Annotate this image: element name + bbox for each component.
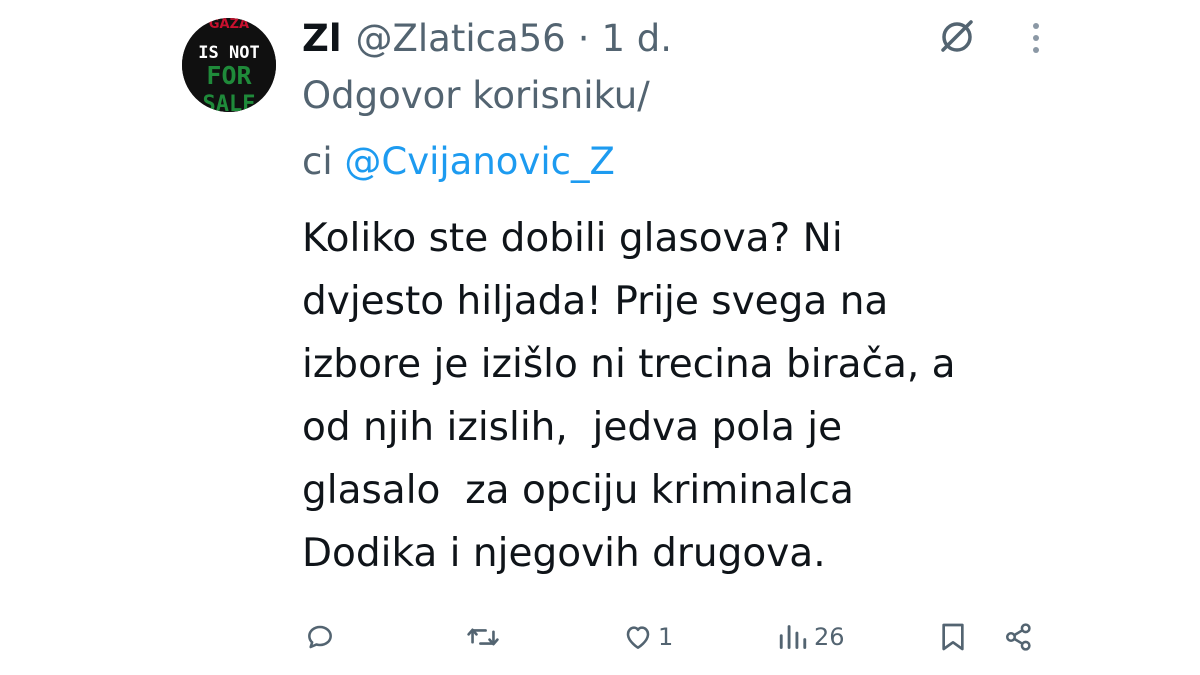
tweet-text: Koliko ste dobili glasova? Ni dvjesto hi…	[302, 207, 1122, 585]
avatar-text-gaza: GAZA	[209, 18, 249, 32]
reply-context-prefix: ci	[302, 140, 333, 183]
reply-context-line-2: ci @Cvijanovic_Z	[302, 140, 615, 183]
avatar-text-is-not: IS NOT	[198, 43, 259, 63]
like-count: 1	[658, 623, 674, 651]
avatar-text-sale: SALE	[203, 92, 256, 112]
timestamp[interactable]: 1 d.	[601, 17, 672, 60]
share-icon	[1006, 623, 1031, 651]
reply-mention-link[interactable]: @Cvijanovic_Z	[344, 140, 614, 183]
share-button[interactable]	[1002, 612, 1036, 662]
tweet-text-line: izbore je izišlo ni trecina birača, a	[302, 342, 956, 387]
like-button[interactable]: 1	[622, 612, 673, 662]
retweet-icon	[467, 628, 499, 646]
separator-dot: ·	[577, 16, 590, 60]
tweet-text-line: Dodika i njegovih drugova.	[302, 531, 826, 576]
reply-icon	[308, 625, 332, 649]
bookmark-icon	[942, 623, 964, 651]
display-name[interactable]: Zl	[302, 17, 342, 60]
grok-icon[interactable]	[937, 16, 977, 56]
tweet-action-bar: 1 26	[0, 612, 1200, 662]
tweet-text-line: glasalo za opciju kriminalca	[302, 468, 854, 513]
avatar-text-for: FOR	[206, 61, 252, 90]
views-count: 26	[814, 623, 845, 651]
tweet-text-line: Koliko ste dobili glasova? Ni	[302, 216, 843, 261]
like-icon	[626, 626, 650, 649]
retweet-button[interactable]	[466, 612, 500, 662]
bookmark-button[interactable]	[938, 612, 968, 662]
tweet[interactable]: GAZA IS NOT FOR SALE Zl @Zlatica56 · 1 d…	[0, 0, 1200, 675]
views-icon	[779, 625, 807, 649]
views-button[interactable]: 26	[776, 612, 845, 662]
tweet-text-line: dvjesto hiljada! Prije svega na	[302, 279, 889, 324]
reply-button[interactable]	[304, 612, 336, 662]
reply-context-line-1: Odgovor korisniku/	[302, 74, 650, 117]
tweet-header: Zl @Zlatica56 · 1 d.	[302, 12, 672, 64]
user-handle[interactable]: @Zlatica56	[356, 17, 566, 60]
more-options-icon[interactable]	[1024, 20, 1048, 56]
avatar[interactable]: GAZA IS NOT FOR SALE	[182, 18, 276, 112]
tweet-text-line: od njih izislih, jedva pola je	[302, 405, 843, 450]
